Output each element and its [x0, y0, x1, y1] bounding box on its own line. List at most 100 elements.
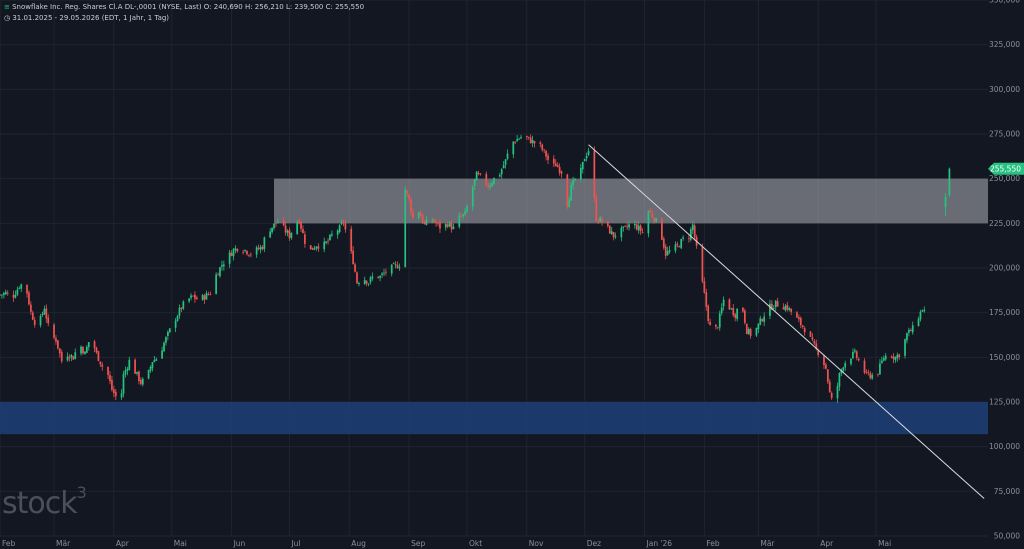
candle-body [134, 359, 136, 374]
candle-body [95, 347, 98, 353]
candle-body [776, 301, 779, 307]
candle-body [838, 373, 841, 387]
candle-body [865, 371, 868, 373]
candle-body [906, 333, 908, 341]
candle-body [479, 173, 482, 175]
candle-body [749, 329, 752, 336]
candle-body [53, 324, 55, 338]
candle-body [908, 329, 910, 333]
candle-body [880, 360, 883, 363]
chart-range: ◷ 31.01.2025 - 29.05.2026 (EDT, 1 Jahr, … [4, 14, 169, 22]
candle-body [358, 283, 360, 285]
candle-body [18, 288, 21, 290]
candle-body [6, 292, 9, 294]
candle-body [612, 231, 615, 238]
y-tick-label: 275,000 [989, 130, 1020, 139]
candle-body [85, 346, 88, 353]
y-tick-label: 200,000 [989, 264, 1020, 273]
candle-body [614, 236, 617, 238]
y-tick-label: 100,000 [989, 442, 1020, 451]
candle-body [635, 224, 638, 230]
candle-body [329, 234, 331, 241]
candle-body [60, 352, 63, 362]
candle-body [539, 142, 542, 144]
candle-body [689, 229, 692, 240]
x-tick-label: Mär [56, 539, 71, 548]
date-range: 31.01.2025 - 29.05.2026 (EDT, 1 Jahr, 1 … [12, 14, 170, 22]
candle-body [263, 237, 266, 249]
candle-body [747, 328, 750, 335]
x-tick-label: Jan '26 [646, 539, 673, 548]
candle-body [475, 171, 478, 181]
candle-body [525, 135, 528, 138]
candle-body [33, 319, 36, 325]
candle-body [674, 244, 677, 251]
candle-body [774, 300, 777, 308]
candle-body [4, 291, 7, 295]
candle-body [381, 273, 383, 275]
candle-body [275, 223, 277, 225]
candle-body [300, 222, 302, 229]
candle-body [655, 218, 657, 222]
candle-body [190, 295, 192, 298]
candle-body [47, 317, 50, 324]
candle-body [55, 338, 57, 342]
candle-body [425, 219, 428, 226]
candle-body [842, 367, 845, 371]
candle-body [174, 320, 177, 328]
candle-body [317, 246, 320, 249]
candle-body [371, 276, 374, 279]
y-tick-label: 75,000 [994, 487, 1020, 496]
candle-body [554, 163, 557, 167]
candle-body [419, 212, 422, 217]
candle-body [298, 221, 300, 224]
candle-body [626, 226, 629, 228]
candle-body [693, 225, 696, 238]
price-chart[interactable]: 50,000 75,000 100,000 125,000 150,000 175,000… [0, 0, 1024, 549]
candle-body [489, 185, 492, 188]
candle-body [87, 342, 90, 348]
candle-body [423, 221, 426, 224]
candle-body [323, 241, 326, 250]
candle-body [242, 251, 245, 253]
candle-body [491, 182, 493, 186]
candle-body [649, 210, 652, 213]
candle-body [408, 194, 410, 199]
x-tick-label: Feb [2, 539, 16, 548]
candle-body [921, 310, 924, 312]
candle-body [417, 212, 420, 219]
candle-body [72, 356, 75, 360]
candle-body [365, 280, 368, 284]
candle-body [39, 315, 42, 326]
candle-body [153, 360, 156, 362]
candle-body [315, 246, 318, 249]
candle-body [610, 231, 613, 235]
candle-body [273, 223, 275, 229]
candle-body [581, 161, 584, 170]
candle-body [138, 371, 140, 382]
candle-body [730, 308, 733, 310]
y-tick-label: 50,000 [994, 532, 1020, 541]
candle-body [574, 179, 576, 180]
candle-body [82, 347, 84, 354]
candle-body [761, 319, 764, 322]
candle-body [485, 173, 488, 185]
candle-body [715, 324, 717, 327]
candle-body [194, 294, 196, 299]
candle-body [547, 155, 549, 160]
candle-body [570, 184, 573, 201]
candle-body [894, 357, 897, 361]
candle-body [435, 222, 437, 224]
candle-body [421, 215, 424, 223]
y-tick-label: 300,000 [989, 85, 1020, 94]
candle-body [236, 248, 239, 252]
candle-body [0, 294, 1, 296]
candle-body [579, 168, 582, 180]
candle-body [898, 354, 901, 357]
candle-body [830, 392, 833, 399]
candle-body [502, 165, 505, 169]
candle-body [828, 381, 831, 392]
candle-body [844, 363, 847, 368]
candle-body [205, 292, 208, 300]
candle-body [705, 292, 708, 307]
